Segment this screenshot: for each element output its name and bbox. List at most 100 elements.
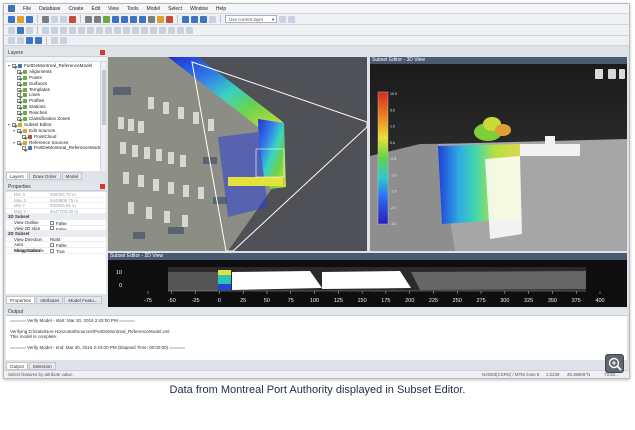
close-icon[interactable] — [100, 184, 105, 189]
layer-lock-icon[interactable] — [288, 15, 295, 23]
property-checkbox[interactable] — [50, 220, 54, 225]
layer-visibility-checkbox[interactable] — [17, 93, 21, 98]
property-value[interactable]: 300026.70 m — [50, 192, 106, 197]
select-poly-icon[interactable] — [200, 15, 207, 23]
zoom-out-icon[interactable] — [130, 15, 137, 23]
layer-visibility-checkbox[interactable] — [22, 134, 26, 139]
property-value[interactable]: False — [50, 242, 106, 247]
property-value[interactable]: 5047703.00 m — [50, 209, 106, 214]
layer-up-icon[interactable] — [26, 37, 33, 44]
layer-visibility-checkbox[interactable] — [17, 69, 21, 74]
layer-visibility-checkbox[interactable] — [17, 116, 21, 121]
zoom-button[interactable] — [605, 354, 624, 373]
delete-icon[interactable] — [69, 15, 76, 23]
property-checkbox[interactable] — [50, 248, 54, 253]
tab-layers[interactable]: Layers — [6, 172, 28, 180]
menu-tools[interactable]: Tools — [124, 4, 142, 14]
property-value[interactable]: 300826.95 m — [50, 203, 106, 208]
layer-visibility-checkbox[interactable] — [17, 99, 21, 104]
explode-icon[interactable] — [159, 26, 166, 34]
layer-visibility-checkbox[interactable] — [12, 122, 16, 127]
menu-create[interactable]: Create — [65, 4, 86, 14]
layer-visibility-checkbox[interactable] — [17, 111, 21, 116]
layer-down-icon[interactable] — [35, 37, 42, 44]
chamfer-icon[interactable] — [132, 26, 139, 34]
simplify-icon[interactable] — [186, 26, 193, 34]
layer-visibility-checkbox[interactable] — [12, 63, 16, 68]
menu-window[interactable]: Window — [187, 4, 211, 14]
array-icon[interactable] — [150, 26, 157, 34]
pencil-icon[interactable] — [157, 15, 164, 23]
tab-properties[interactable]: Properties — [6, 296, 35, 304]
layer-visibility-checkbox[interactable] — [17, 128, 21, 133]
cut-icon[interactable] — [42, 15, 49, 23]
current-layer-select[interactable]: Use current layer ▾ — [225, 15, 277, 23]
grid-icon[interactable] — [103, 15, 110, 23]
copy-icon[interactable] — [51, 15, 58, 23]
menu-view[interactable]: View — [105, 4, 122, 14]
trim-icon[interactable] — [105, 26, 112, 34]
menu-model[interactable]: Model — [144, 4, 164, 14]
scale-icon[interactable] — [69, 26, 76, 34]
snap-icon[interactable] — [209, 15, 216, 23]
layer-visibility-checkbox[interactable] — [17, 87, 21, 92]
menu-select[interactable]: Select — [165, 4, 185, 14]
redo-icon[interactable] — [94, 15, 101, 23]
zoom-in-icon[interactable] — [121, 15, 128, 23]
tab-attributes[interactable]: Attributes — [35, 296, 64, 304]
property-value[interactable]: False — [50, 226, 106, 231]
rotate-icon[interactable] — [60, 26, 67, 34]
undo-icon[interactable] — [85, 15, 92, 23]
layer-remove-icon[interactable] — [17, 37, 24, 44]
layer-properties-icon[interactable] — [279, 15, 286, 23]
offset-icon[interactable] — [96, 26, 103, 34]
layer-visibility-checkbox[interactable] — [17, 75, 21, 80]
layer-visibility-checkbox[interactable] — [22, 146, 26, 151]
draw-polygon-icon[interactable] — [26, 26, 33, 34]
scrollbar-thumb[interactable] — [102, 70, 106, 125]
view-3d[interactable]: 10.0 5.0 1.0 0.0 -0.5 -1.0 -1.5 -2.0 -4.0 — [370, 64, 627, 251]
plan-view[interactable]: · — [108, 57, 367, 251]
close-icon[interactable] — [100, 50, 105, 55]
new-icon[interactable] — [8, 15, 15, 23]
property-value[interactable]: 5049806.75 m — [50, 198, 106, 203]
draw-line-icon[interactable] — [17, 26, 24, 34]
tab-selection[interactable]: Selection — [28, 362, 56, 370]
fillet-icon[interactable] — [123, 26, 130, 34]
layer-visibility-checkbox[interactable] — [17, 105, 21, 110]
open-icon[interactable] — [17, 15, 24, 23]
menu-help[interactable]: Help — [213, 4, 229, 14]
tab-model[interactable]: Model — [61, 172, 83, 180]
save-icon[interactable] — [26, 15, 33, 23]
draw-point-icon[interactable] — [8, 26, 15, 34]
property-value[interactable]: Right — [50, 237, 106, 242]
edit-vertex-icon[interactable] — [42, 26, 49, 34]
tab-output[interactable]: Output — [6, 362, 28, 370]
select-rect-icon[interactable] — [191, 15, 198, 23]
refresh-icon[interactable] — [60, 37, 67, 44]
select-arrow-icon[interactable] — [182, 15, 189, 23]
flag-icon[interactable] — [166, 15, 173, 23]
move-icon[interactable] — [51, 26, 58, 34]
layer-visibility-checkbox[interactable] — [17, 140, 21, 145]
pan-icon[interactable] — [112, 15, 119, 23]
merge-icon[interactable] — [87, 26, 94, 34]
layer-item[interactable]: PortDeMontreal_ReferenceModel — [6, 145, 100, 151]
split-icon[interactable] — [78, 26, 85, 34]
menu-database[interactable]: Database — [36, 4, 63, 14]
property-checkbox[interactable] — [50, 243, 54, 247]
tab-model-features[interactable]: Model Featu... — [64, 296, 102, 304]
tab-draw-order[interactable]: Draw Order — [28, 172, 61, 180]
mirror-icon[interactable] — [141, 26, 148, 34]
extend-icon[interactable] — [114, 26, 121, 34]
densify-icon[interactable] — [177, 26, 184, 34]
profile-view[interactable]: 10 0 -75 -50 -25 0 25 50 75 100 125 150 175 200 225 25… — [108, 260, 627, 307]
property-value[interactable]: False — [50, 220, 106, 225]
filter-icon[interactable] — [51, 37, 58, 44]
paste-icon[interactable] — [60, 15, 67, 23]
menu-file[interactable]: File — [20, 4, 34, 14]
measure-icon[interactable] — [148, 15, 155, 23]
zoom-extents-icon[interactable] — [139, 15, 146, 23]
menu-edit[interactable]: Edit — [88, 4, 103, 14]
layers-scrollbar[interactable] — [100, 62, 106, 171]
